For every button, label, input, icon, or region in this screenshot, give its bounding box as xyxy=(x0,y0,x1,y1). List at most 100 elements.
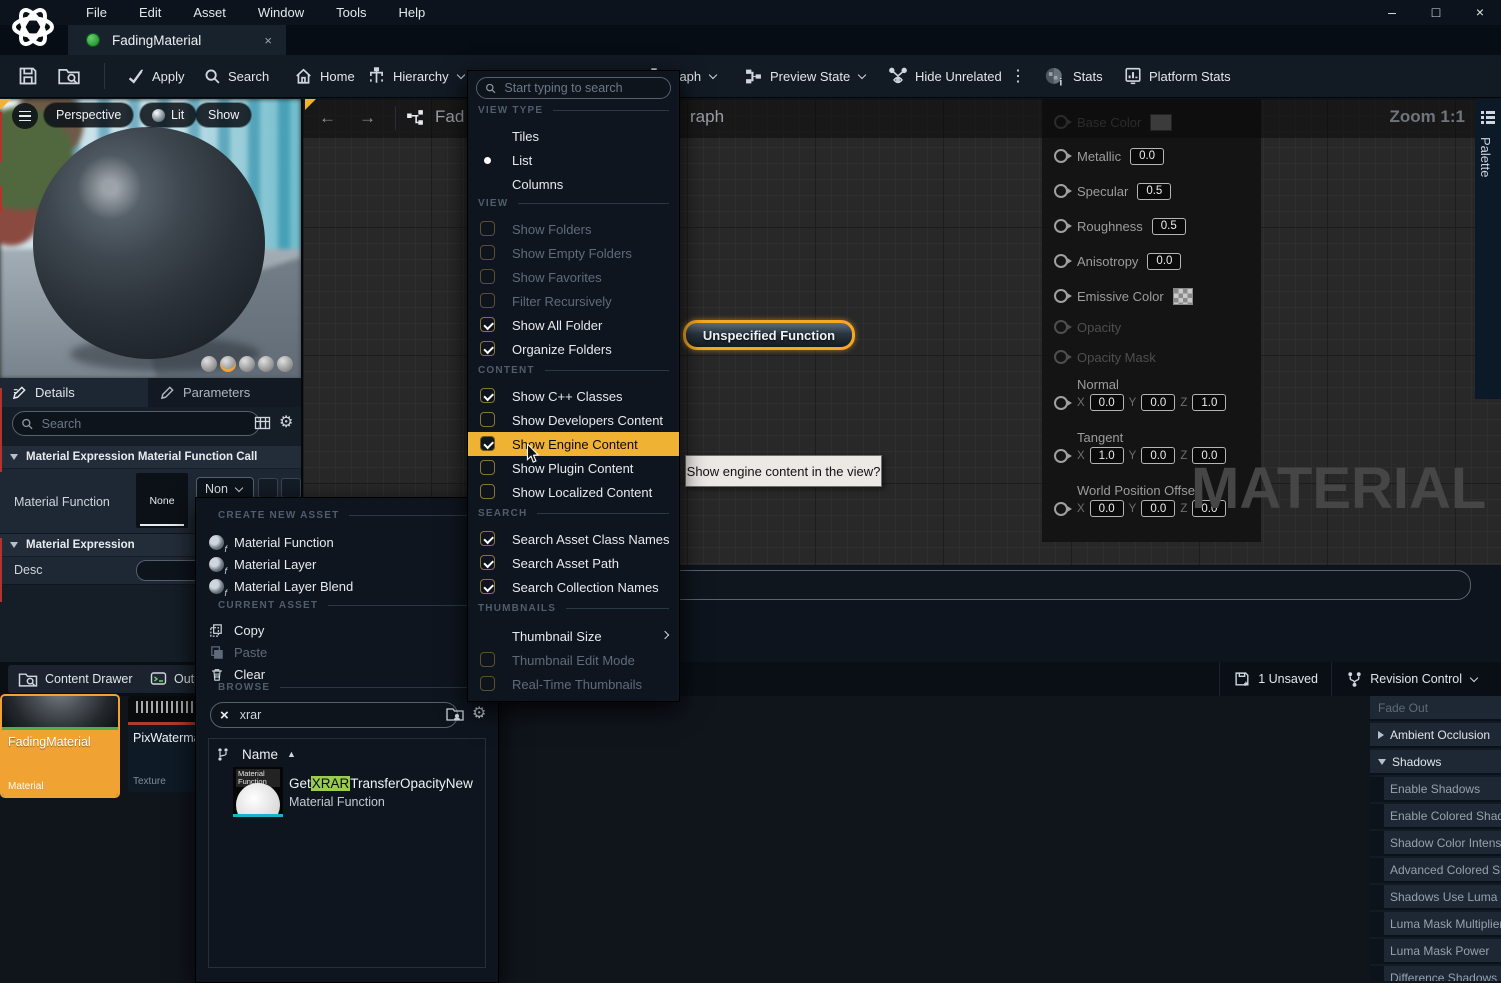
row-luma-mask-power[interactable]: Luma Mask Power xyxy=(1370,939,1501,964)
details-search-input[interactable] xyxy=(40,416,251,432)
tab-parameters[interactable]: Parameters xyxy=(148,378,325,407)
menu-tools[interactable]: Tools xyxy=(320,0,382,25)
node-input-emissive-color[interactable]: Emissive Color xyxy=(1054,285,1193,307)
reset-button[interactable] xyxy=(281,478,301,498)
asset-tile-fadingmaterial[interactable]: FadingMaterial Material xyxy=(2,696,118,796)
use-selected-button[interactable] xyxy=(258,478,278,498)
menu-item-material-function[interactable]: Material Function xyxy=(196,530,498,554)
shape-plane-button[interactable] xyxy=(239,356,255,372)
shape-cylinder-button[interactable] xyxy=(201,356,217,372)
row-shadow-color-intensity[interactable]: Shadow Color Intensity xyxy=(1370,831,1501,856)
row-fade-out[interactable]: Fade Out xyxy=(1370,696,1501,721)
forward-icon[interactable]: → xyxy=(359,108,376,128)
row-shadows[interactable]: Shadows xyxy=(1370,750,1501,775)
node-input-opacity[interactable]: Opacity xyxy=(1054,316,1121,338)
node-input-opacity-mask[interactable]: Opacity Mask xyxy=(1054,346,1156,368)
wpo-x-value[interactable]: 0.0 xyxy=(1090,500,1124,517)
menu-file[interactable]: File xyxy=(70,0,123,25)
menu-search-input[interactable] xyxy=(502,80,662,96)
row-shadows-use-luma-mask[interactable]: Shadows Use Luma Mas xyxy=(1370,885,1501,910)
display-filter-icon[interactable] xyxy=(254,415,271,431)
folder-filter-icon[interactable] xyxy=(446,706,464,722)
view-menu-item-show-empty-folders[interactable]: Show Empty Folders xyxy=(468,241,679,265)
menu-edit[interactable]: Edit xyxy=(123,0,177,25)
name-column-header[interactable]: Name xyxy=(242,747,278,762)
shape-sphere-button[interactable] xyxy=(220,356,236,372)
metallic-value[interactable]: 0.0 xyxy=(1130,148,1164,165)
node-input-metallic[interactable]: Metallic 0.0 xyxy=(1054,145,1164,167)
tangent-x-value[interactable]: 1.0 xyxy=(1090,447,1124,464)
window-minimize-button[interactable]: – xyxy=(1377,0,1407,25)
view-menu-item-thumbnail-size[interactable]: Thumbnail Size xyxy=(468,624,679,648)
tab-close-icon[interactable]: × xyxy=(264,33,272,48)
view-menu-item-search-asset-class-names[interactable]: Search Asset Class Names xyxy=(468,527,679,551)
view-menu-item-show-all-folder[interactable]: Show All Folder xyxy=(468,313,679,337)
view-menu-item-search-collection-names[interactable]: Search Collection Names xyxy=(468,575,679,599)
normal-z-value[interactable]: 1.0 xyxy=(1192,394,1226,411)
perspective-button[interactable]: Perspective xyxy=(44,103,133,127)
row-luma-mask-multiplier[interactable]: Luma Mask Multiplier xyxy=(1370,912,1501,937)
menu-item-material-layer-blend[interactable]: Material Layer Blend xyxy=(196,574,498,598)
unspecified-function-node[interactable]: Unspecified Function xyxy=(683,320,855,350)
view-menu-item-show-cpp-classes[interactable]: Show C++ Classes xyxy=(468,384,679,408)
normal-y-value[interactable]: 0.0 xyxy=(1141,394,1175,411)
viewport-options-icon[interactable] xyxy=(12,103,38,129)
roughness-value[interactable]: 0.5 xyxy=(1152,218,1186,235)
revision-control-dropdown[interactable]: Revision Control xyxy=(1331,662,1493,696)
menu-item-copy[interactable]: Copy xyxy=(196,618,498,642)
sort-ascending-icon[interactable]: ▲ xyxy=(287,749,296,759)
unsaved-status-button[interactable]: 1 Unsaved xyxy=(1219,662,1332,696)
view-menu-item-search-asset-path[interactable]: Search Asset Path xyxy=(468,551,679,575)
hide-unrelated-button[interactable]: Hide Unrelated xyxy=(888,55,1002,97)
menu-item-material-layer[interactable]: Material Layer xyxy=(196,552,498,576)
view-menu-item-columns[interactable]: Columns xyxy=(468,172,679,196)
view-menu-item-show-plugin-content[interactable]: Show Plugin Content xyxy=(468,456,679,480)
node-input-anisotropy[interactable]: Anisotropy 0.0 xyxy=(1054,250,1181,272)
row-difference-shadows[interactable]: Difference Shadows xyxy=(1370,966,1501,981)
shape-teapot-button[interactable] xyxy=(277,356,293,372)
view-menu-item-filter-recursively[interactable]: Filter Recursively xyxy=(468,289,679,313)
tab-details[interactable]: Details × xyxy=(0,378,169,407)
row-enable-colored-shadows[interactable]: Enable Colored Shadows xyxy=(1370,804,1501,829)
menu-asset[interactable]: Asset xyxy=(177,0,242,25)
menu-search-box[interactable] xyxy=(476,77,671,99)
tab-fadingmaterial[interactable]: FadingMaterial × xyxy=(68,25,286,55)
content-drawer-button[interactable]: Content Drawer xyxy=(8,665,143,693)
material-function-thumbnail[interactable]: None xyxy=(136,473,188,528)
view-menu-item-show-engine-content[interactable]: Show Engine Content xyxy=(468,432,679,456)
view-menu-item-show-developers-content[interactable]: Show Developers Content xyxy=(468,408,679,432)
stats-button[interactable]: i Stats xyxy=(1044,55,1103,97)
menu-help[interactable]: Help xyxy=(382,0,441,25)
hierarchy-dropdown[interactable]: Hierarchy xyxy=(367,55,466,97)
toolbar-more-icon[interactable]: ⋮ xyxy=(1010,55,1026,97)
row-advanced-colored-shadows[interactable]: Advanced Colored Shad xyxy=(1370,858,1501,883)
home-button[interactable]: Home xyxy=(294,55,355,97)
window-maximize-button[interactable]: □ xyxy=(1421,0,1451,25)
back-icon[interactable]: ← xyxy=(319,108,336,128)
palette-tab[interactable]: Palette xyxy=(1475,99,1501,399)
node-input-roughness[interactable]: Roughness 0.5 xyxy=(1054,215,1186,237)
anisotropy-value[interactable]: 0.0 xyxy=(1147,253,1181,270)
browse-to-asset-button[interactable] xyxy=(58,55,80,97)
search-button[interactable]: Search xyxy=(204,55,269,97)
view-menu-item-organize-folders[interactable]: Organize Folders xyxy=(468,337,679,361)
preview-state-dropdown[interactable]: Preview State xyxy=(744,55,867,97)
row-ambient-occlusion[interactable]: Ambient Occlusion xyxy=(1370,723,1501,748)
row-enable-shadows[interactable]: Enable Shadows xyxy=(1370,777,1501,802)
lit-mode-button[interactable]: Lit xyxy=(140,103,196,127)
asset-search-input[interactable] xyxy=(238,707,448,723)
view-menu-item-show-favorites[interactable]: Show Favorites xyxy=(468,265,679,289)
wpo-y-value[interactable]: 0.0 xyxy=(1141,500,1175,517)
details-search-box[interactable] xyxy=(12,411,260,436)
node-input-normal[interactable]: Normal X0.0 Y0.0 Z1.0 xyxy=(1054,377,1226,417)
platform-stats-button[interactable]: Platform Stats xyxy=(1124,55,1231,97)
section-material-function-call[interactable]: Material Expression Material Function Ca… xyxy=(0,446,301,468)
tangent-y-value[interactable]: 0.0 xyxy=(1141,447,1175,464)
view-menu-item-list[interactable]: List xyxy=(468,148,679,172)
clear-search-icon[interactable]: × xyxy=(220,707,229,724)
asset-search-box[interactable]: × xyxy=(210,702,458,728)
save-button[interactable] xyxy=(18,55,38,97)
details-settings-gear-icon[interactable]: ⚙ xyxy=(279,412,293,432)
apply-button[interactable]: Apply xyxy=(126,55,185,97)
shape-cube-button[interactable] xyxy=(258,356,274,372)
